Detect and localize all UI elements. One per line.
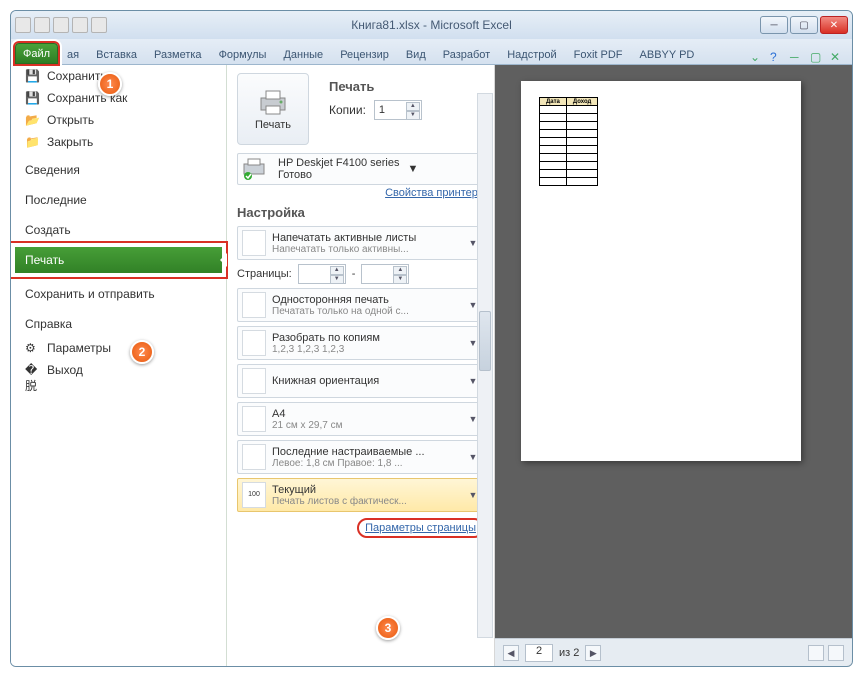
tab-home[interactable]: ая [59, 44, 87, 64]
nav-recent[interactable]: Последние [11, 183, 226, 213]
nav-close[interactable]: 📁Закрыть [11, 131, 226, 153]
spin-up-icon[interactable]: ▲ [406, 102, 420, 111]
callout-2: 2 [130, 340, 154, 364]
nav-options[interactable]: ⚙Параметры [11, 337, 226, 359]
workbook-min-icon[interactable]: ─ [790, 50, 804, 64]
chevron-down-icon: ▼ [407, 163, 418, 175]
spin-down-icon[interactable]: ▼ [406, 111, 420, 120]
page-icon [242, 292, 266, 318]
tab-foxit[interactable]: Foxit PDF [566, 44, 631, 64]
option-orientation[interactable]: Книжная ориентация▼ [237, 364, 484, 398]
option-print-active[interactable]: Напечатать активные листыНапечатать толь… [237, 226, 484, 260]
print-button[interactable]: Печать [237, 73, 309, 145]
tab-abbyy[interactable]: ABBYY PD [632, 44, 703, 64]
preview-table: ДатаДоход [539, 97, 598, 186]
titlebar: Книга81.xlsx - Microsoft Excel ─ ▢ ✕ [11, 11, 852, 39]
collate-icon [242, 330, 266, 356]
portrait-icon [242, 368, 266, 394]
option-collate[interactable]: Разобрать по копиям1,2,3 1,2,3 1,2,3▼ [237, 326, 484, 360]
qat-more-icon[interactable] [91, 17, 107, 33]
print-settings-panel: Печать Печать Копии: 1▲▼ HP Deskjet F410… [227, 65, 495, 666]
tab-file[interactable]: Файл [15, 43, 58, 64]
nav-exit[interactable]: �脱Выход [11, 359, 226, 381]
page-setup-link[interactable]: Параметры страницы [357, 518, 484, 538]
page-total-label: из 2 [559, 647, 579, 659]
save-as-icon: 💾 [25, 91, 41, 107]
help-icon[interactable]: ? [770, 50, 784, 64]
tab-review[interactable]: Рецензир [332, 44, 397, 64]
settings-scrollbar[interactable] [477, 93, 493, 638]
workbook-close-icon[interactable]: ✕ [830, 50, 844, 64]
close-file-icon: 📁 [25, 135, 41, 151]
a4-icon [242, 406, 266, 432]
printer-properties-link[interactable]: Свойства принтера [237, 187, 484, 199]
undo-icon[interactable] [53, 17, 69, 33]
print-button-label: Печать [255, 119, 291, 131]
printer-status-icon [242, 158, 270, 180]
maximize-button[interactable]: ▢ [790, 16, 818, 34]
nav-help[interactable]: Справка [11, 307, 226, 337]
print-heading: Печать [329, 79, 422, 94]
tab-developer[interactable]: Разработ [435, 44, 498, 64]
workbook-restore-icon[interactable]: ▢ [810, 50, 824, 64]
redo-icon[interactable] [72, 17, 88, 33]
zoom-to-page-button[interactable] [828, 645, 844, 661]
tab-view[interactable]: Вид [398, 44, 434, 64]
save-icon: 💾 [25, 69, 41, 85]
tab-formulas[interactable]: Формулы [211, 44, 275, 64]
scale-icon: 100 [242, 482, 266, 508]
copies-label: Копии: [329, 103, 366, 117]
ribbon-tabs: Файл ая Вставка Разметка Формулы Данные … [11, 39, 852, 65]
option-one-sided[interactable]: Односторонняя печатьПечатать только на о… [237, 288, 484, 322]
pages-from-input[interactable]: ▲▼ [298, 264, 346, 284]
print-preview-panel: ДатаДоход ◀ 2 из 2 ▶ [495, 65, 852, 666]
exit-icon: �脱 [25, 363, 41, 379]
show-margins-button[interactable] [808, 645, 824, 661]
preview-page: ДатаДоход [521, 81, 801, 461]
callout-3: 3 [376, 616, 400, 640]
pages-to-input[interactable]: ▲▼ [361, 264, 409, 284]
tab-insert[interactable]: Вставка [88, 44, 145, 64]
nav-info[interactable]: Сведения [11, 153, 226, 183]
nav-open[interactable]: 📂Открыть [11, 109, 226, 131]
open-icon: 📂 [25, 113, 41, 129]
option-scaling[interactable]: 100ТекущийПечать листов с фактическ...▼ [237, 478, 484, 512]
tab-data[interactable]: Данные [275, 44, 331, 64]
nav-print[interactable]: Печать [11, 243, 226, 277]
prev-page-button[interactable]: ◀ [503, 645, 519, 661]
nav-new[interactable]: Создать [11, 213, 226, 243]
settings-heading: Настройка [237, 205, 484, 220]
ribbon-min-icon[interactable]: ⌄ [750, 50, 764, 64]
tab-layout[interactable]: Разметка [146, 44, 210, 64]
quick-access-toolbar [15, 17, 107, 33]
sheets-icon [242, 230, 266, 256]
excel-icon [15, 17, 31, 33]
option-margins[interactable]: Последние настраиваемые ...Левое: 1,8 см… [237, 440, 484, 474]
copies-input[interactable]: 1▲▼ [374, 100, 422, 120]
close-button[interactable]: ✕ [820, 16, 848, 34]
option-paper-size[interactable]: A421 см x 29,7 см▼ [237, 402, 484, 436]
next-page-button[interactable]: ▶ [585, 645, 601, 661]
tab-addins[interactable]: Надстрой [499, 44, 564, 64]
save-icon[interactable] [34, 17, 50, 33]
page-number-input[interactable]: 2 [525, 644, 553, 662]
minimize-button[interactable]: ─ [760, 16, 788, 34]
callout-1: 1 [98, 72, 122, 96]
nav-save-send[interactable]: Сохранить и отправить [11, 277, 226, 307]
printer-icon [257, 88, 289, 116]
printer-selector[interactable]: HP Deskjet F4100 seriesГотово ▼ [237, 153, 484, 185]
pages-label: Страницы: [237, 268, 292, 280]
options-icon: ⚙ [25, 341, 41, 357]
window-title: Книга81.xlsx - Microsoft Excel [351, 18, 511, 32]
backstage-nav: 💾Сохранить 💾Сохранить как 📂Открыть 📁Закр… [11, 65, 227, 666]
preview-statusbar: ◀ 2 из 2 ▶ [495, 638, 852, 666]
margins-icon [242, 444, 266, 470]
